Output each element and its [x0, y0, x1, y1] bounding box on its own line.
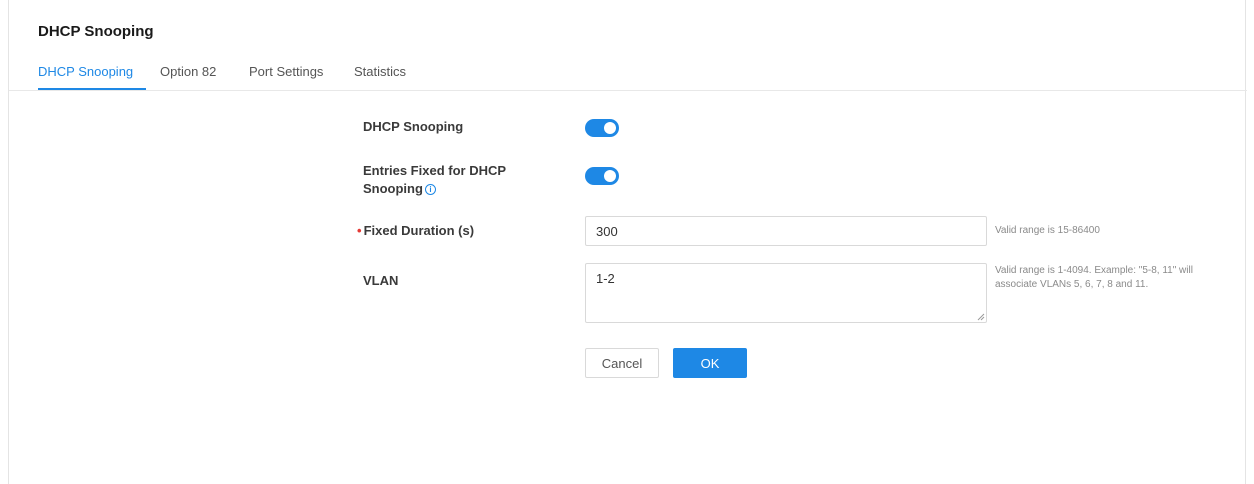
toggle-knob [604, 122, 616, 134]
fixed-duration-hint: Valid range is 15-86400 [995, 225, 1100, 236]
dhcp-snooping-toggle[interactable] [585, 119, 619, 137]
dhcp-snooping-label: DHCP Snooping [363, 119, 464, 134]
vlan-textarea[interactable]: 1-2 [585, 263, 987, 323]
page-title: DHCP Snooping [38, 23, 154, 40]
tab-port-settings[interactable]: Port Settings [249, 64, 323, 79]
fixed-duration-label: • Fixed Duration (s) [357, 222, 532, 240]
cancel-button[interactable]: Cancel [585, 348, 659, 378]
vlan-label: VLAN [363, 273, 399, 288]
info-icon[interactable]: i [424, 184, 436, 196]
tab-bar: DHCP Snooping Option 82 Port Settings St… [9, 56, 1247, 91]
tab-option-82[interactable]: Option 82 [160, 64, 216, 79]
active-tab-indicator [38, 88, 146, 90]
vlan-hint: Valid range is 1-4094. Example: "5-8, 11… [995, 265, 1193, 290]
toggle-knob [604, 170, 616, 182]
fixed-duration-label-text: Fixed Duration (s) [363, 223, 475, 238]
tab-statistics[interactable]: Statistics [354, 64, 406, 79]
fixed-duration-input[interactable] [585, 216, 987, 246]
entries-fixed-label: Entries Fixed for DHCP Snooping i [363, 162, 538, 198]
entries-fixed-toggle[interactable] [585, 167, 619, 185]
resize-grip-icon[interactable] [977, 313, 985, 321]
tab-dhcp-snooping[interactable]: DHCP Snooping [38, 64, 133, 79]
required-marker: • [357, 223, 362, 238]
ok-button[interactable]: OK [673, 348, 747, 378]
